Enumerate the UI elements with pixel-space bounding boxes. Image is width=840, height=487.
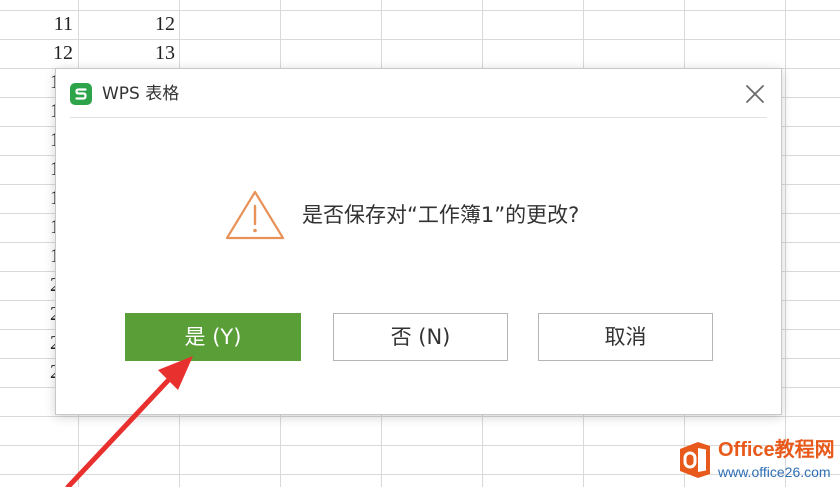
dialog-titlebar[interactable]: WPS 表格 (56, 69, 781, 119)
watermark: Office教程网 www.office26.com (676, 438, 840, 487)
title-divider (70, 117, 767, 118)
dialog-title: WPS 表格 (102, 84, 180, 104)
yes-button[interactable]: 是 (Y) (125, 313, 301, 361)
cell-b[interactable]: 12 (78, 13, 175, 36)
wps-spreadsheet-logo (70, 83, 92, 105)
watermark-brand: Office教程网 (718, 439, 835, 461)
office-logo-icon (676, 440, 714, 480)
dialog-message: 是否保存对“工作簿1”的更改? (302, 203, 580, 227)
save-changes-dialog: WPS 表格 是否保存对“工作簿1”的更改? 是 (Y) 否 (N) 取消 (55, 68, 782, 415)
screen: 10 11 11 12 12 13 1 1 1 1 1 1 1 2 2 2 2 … (0, 0, 840, 487)
table-row[interactable]: 11 12 (0, 10, 180, 39)
cell-a[interactable]: 11 (0, 13, 73, 36)
cancel-button[interactable]: 取消 (538, 313, 713, 361)
watermark-url: www.office26.com (718, 464, 831, 480)
no-button[interactable]: 否 (N) (333, 313, 508, 361)
cell-b[interactable]: 11 (78, 0, 175, 4)
warning-triangle-icon (224, 189, 286, 241)
close-icon[interactable] (743, 82, 767, 106)
cell-a[interactable]: 12 (0, 42, 73, 65)
table-row[interactable]: 12 13 (0, 39, 180, 68)
cell-a[interactable]: 10 (0, 0, 73, 4)
cell-b[interactable]: 13 (78, 42, 175, 65)
